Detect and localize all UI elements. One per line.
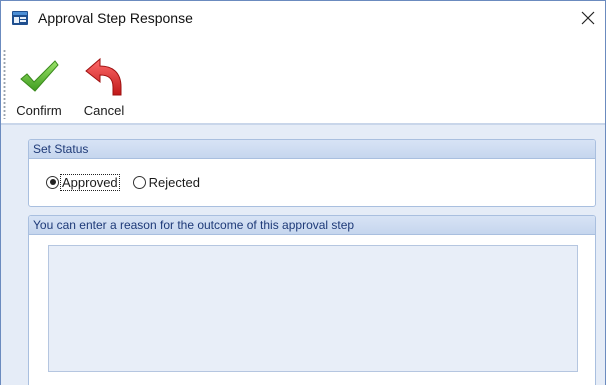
status-group-header: Set Status [29, 140, 595, 159]
title-bar: Approval Step Response [1, 1, 605, 35]
checkmark-icon [20, 60, 59, 92]
approved-radio-circle[interactable] [46, 175, 59, 189]
confirm-button[interactable]: Confirm [6, 47, 72, 121]
reason-textarea[interactable] [48, 245, 578, 372]
rejected-radio-label[interactable]: Rejected [148, 175, 201, 190]
cancel-label: Cancel [83, 103, 125, 118]
reason-group-header: You can enter a reason for the outcome o… [29, 216, 595, 235]
close-button[interactable] [575, 5, 601, 31]
approval-step-response-dialog: Approval Step Response Confirm Cancel Se… [0, 0, 606, 385]
cancel-button[interactable]: Cancel [73, 47, 135, 121]
close-icon [581, 11, 595, 25]
dialog-body: Set Status Approved Rejected You can ent… [1, 125, 605, 385]
approved-radio-label[interactable]: Approved [60, 173, 120, 191]
rejected-radio[interactable]: Rejected [132, 175, 201, 190]
undo-arrow-icon [85, 57, 122, 96]
confirm-label: Confirm [16, 103, 62, 118]
approved-radio[interactable]: Approved [46, 173, 120, 191]
window-title: Approval Step Response [38, 10, 193, 26]
status-group: Set Status Approved Rejected [28, 139, 596, 207]
rejected-radio-circle[interactable] [132, 175, 146, 189]
app-window-icon [12, 11, 28, 25]
reason-group: You can enter a reason for the outcome o… [28, 215, 596, 385]
toolbar: Confirm Cancel [1, 47, 605, 123]
status-radio-group: Approved Rejected [46, 172, 215, 192]
